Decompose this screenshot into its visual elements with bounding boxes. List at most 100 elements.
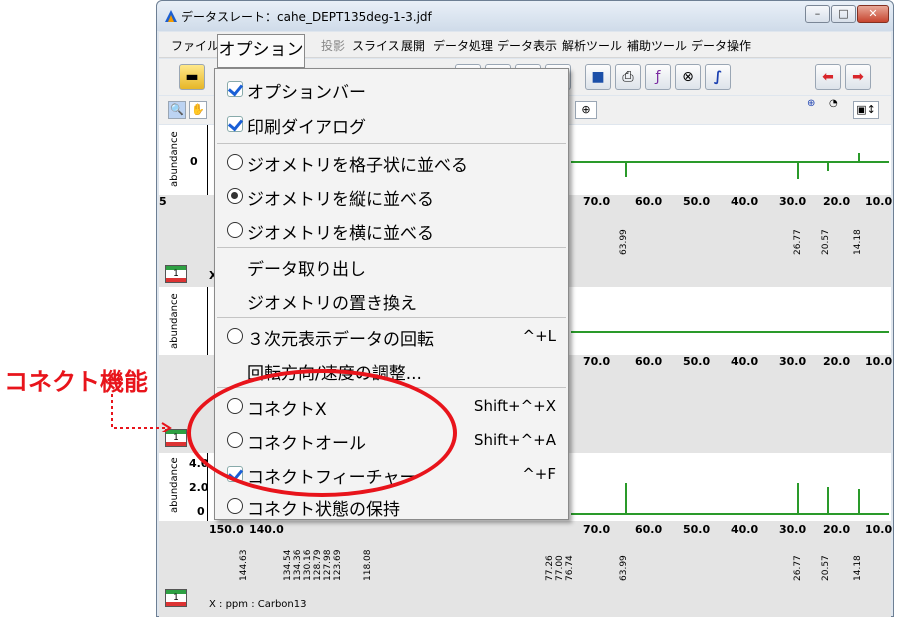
axis-band-3: 150.0 140.0 70.0 60.0 50.0 40.0 30.0 20.… bbox=[159, 521, 893, 617]
menu-item-print-dialog[interactable]: 印刷ダイアログ bbox=[215, 106, 568, 140]
peak-label: 134.36 bbox=[293, 549, 303, 582]
menu-item-data-extract[interactable]: データ取り出し bbox=[215, 248, 568, 282]
alt-crosshair-icon[interactable]: ⊕ bbox=[807, 98, 815, 109]
menu-item-geometry-horizontal[interactable]: ジオメトリを横に並べる bbox=[215, 212, 568, 246]
zoom-icon[interactable]: 🔍 bbox=[168, 101, 186, 119]
peak-label: 76.74 bbox=[565, 555, 575, 581]
x-tick: 40.0 bbox=[731, 195, 759, 208]
menu-item-geometry-replace[interactable]: ジオメトリの置き換え bbox=[215, 282, 568, 316]
annotation-arrow bbox=[111, 394, 172, 432]
window-title: データスレート：cahe_DEPT135deg-1-3.jdf bbox=[181, 10, 432, 24]
x-tick: 10.0 bbox=[865, 523, 893, 536]
minimize-button[interactable]: – bbox=[805, 5, 830, 23]
back-arrow-icon[interactable]: ⬅ bbox=[815, 64, 841, 90]
peak-label: 26.77 bbox=[793, 229, 803, 255]
maximize-button[interactable]: □ bbox=[831, 5, 856, 23]
x-tick: 10.0 bbox=[865, 355, 893, 368]
radio-icon bbox=[227, 154, 243, 170]
x-tick: 30.0 bbox=[779, 195, 807, 208]
menu-expand[interactable]: 展開 bbox=[401, 37, 425, 54]
menu-item-3d-rotate[interactable]: ３次元表示データの回転 ^+L bbox=[215, 318, 568, 352]
x-tick: 20.0 bbox=[823, 523, 851, 536]
x-tick: 70.0 bbox=[583, 195, 611, 208]
menu-aux-tools[interactable]: 補助ツール bbox=[627, 37, 687, 54]
peak-label: 14.18 bbox=[853, 229, 863, 255]
peak-mark bbox=[797, 161, 799, 179]
peak-label: 128.79 bbox=[313, 549, 323, 582]
peak-mark bbox=[797, 483, 799, 513]
menu-option[interactable]: オプション bbox=[217, 34, 305, 68]
x-tick: 60.0 bbox=[635, 355, 663, 368]
peak-label: 20.57 bbox=[821, 555, 831, 581]
x-tick: 50.0 bbox=[683, 195, 711, 208]
y-axis bbox=[207, 287, 208, 355]
peak-mark bbox=[625, 161, 627, 177]
title-bar[interactable]: データスレート：cahe_DEPT135deg-1-3.jdf – □ ✕ bbox=[157, 1, 893, 31]
save-icon[interactable]: ■ bbox=[585, 64, 611, 90]
print-icon[interactable]: ⎙ bbox=[615, 64, 641, 90]
check-icon bbox=[227, 116, 243, 132]
forward-arrow-icon[interactable]: ➡ bbox=[845, 64, 871, 90]
peak-mark bbox=[827, 161, 829, 171]
x-tick: 150.0 bbox=[209, 523, 244, 536]
menu-data-operation[interactable]: データ操作 bbox=[691, 37, 751, 54]
peak-label: 134.54 bbox=[283, 549, 293, 582]
peak-label: 14.18 bbox=[853, 555, 863, 581]
check-icon bbox=[227, 81, 243, 97]
y-axis-label: abundance bbox=[169, 457, 180, 513]
menu-slice[interactable]: スライス bbox=[352, 37, 400, 54]
x-tick: 70.0 bbox=[583, 355, 611, 368]
y-tick-zero: 0 bbox=[190, 155, 198, 168]
x-tick: 10.0 bbox=[865, 195, 893, 208]
menu-item-geometry-grid[interactable]: ジオメトリを格子状に並べる bbox=[215, 144, 568, 178]
menu-bar: ファイル オプション 投影 スライス 展開 データ処理 データ表示 解析ツール … bbox=[159, 32, 891, 68]
y-axis-label: abundance bbox=[169, 131, 180, 187]
peak-mark bbox=[858, 153, 860, 161]
radio-selected-icon bbox=[227, 188, 243, 204]
peak-label: 77.00 bbox=[555, 555, 565, 581]
peak-label: 118.08 bbox=[363, 549, 373, 582]
peak-label: 63.99 bbox=[619, 229, 629, 255]
x-tick: 60.0 bbox=[635, 195, 663, 208]
peak-label: 63.99 bbox=[619, 555, 629, 581]
open-folder-icon[interactable]: ▬ bbox=[179, 64, 205, 90]
x-tick: 70.0 bbox=[583, 523, 611, 536]
menu-item-connect-keep[interactable]: コネクト状態の保持 bbox=[215, 488, 568, 522]
peak-label: 130.16 bbox=[303, 549, 313, 582]
radio-icon bbox=[227, 498, 243, 514]
peak-label: 26.77 bbox=[793, 555, 803, 581]
menu-item-geometry-vertical[interactable]: ジオメトリを縦に並べる bbox=[215, 178, 568, 212]
spectrum-line bbox=[571, 161, 889, 163]
x-tick: 30.0 bbox=[779, 523, 807, 536]
annotation-ellipse bbox=[187, 369, 457, 497]
script-icon[interactable]: ƒ bbox=[645, 64, 671, 90]
peak-mark bbox=[858, 489, 860, 513]
radio-icon bbox=[227, 328, 243, 344]
y-axis bbox=[207, 125, 208, 195]
panel-flag[interactable]: 1 bbox=[165, 265, 187, 283]
spectrum-line bbox=[571, 513, 889, 515]
y-tick: 2.0 bbox=[189, 481, 209, 494]
x-tick: 40.0 bbox=[731, 355, 759, 368]
integral-icon[interactable]: ∫ bbox=[705, 64, 731, 90]
crosshair-icon[interactable]: ⊕ bbox=[575, 101, 597, 119]
y-tick: 0 bbox=[197, 505, 205, 518]
shift-gauge-icon[interactable]: ◔ bbox=[829, 98, 838, 109]
peak-label: 144.63 bbox=[239, 549, 249, 582]
x-tick: 140.0 bbox=[249, 523, 284, 536]
spectrum-line bbox=[571, 331, 889, 333]
peak-mark bbox=[625, 483, 627, 513]
menu-data-display[interactable]: データ表示 bbox=[497, 37, 557, 54]
close-button[interactable]: ✕ bbox=[857, 5, 889, 23]
dropdown-spinner-icon[interactable]: ▣↕ bbox=[853, 101, 879, 119]
cancel-icon[interactable]: ⊗ bbox=[675, 64, 701, 90]
hand-icon[interactable]: ✋ bbox=[189, 101, 207, 119]
radio-icon bbox=[227, 222, 243, 238]
menu-file[interactable]: ファイル bbox=[171, 37, 219, 54]
menu-projection[interactable]: 投影 bbox=[321, 37, 345, 54]
x-tick: 60.0 bbox=[635, 523, 663, 536]
panel-flag[interactable]: 1 bbox=[165, 589, 187, 607]
menu-analysis-tools[interactable]: 解析ツール bbox=[562, 37, 622, 54]
menu-data-processing[interactable]: データ処理 bbox=[433, 37, 493, 54]
menu-item-option-bar[interactable]: オプションバー bbox=[215, 71, 568, 105]
